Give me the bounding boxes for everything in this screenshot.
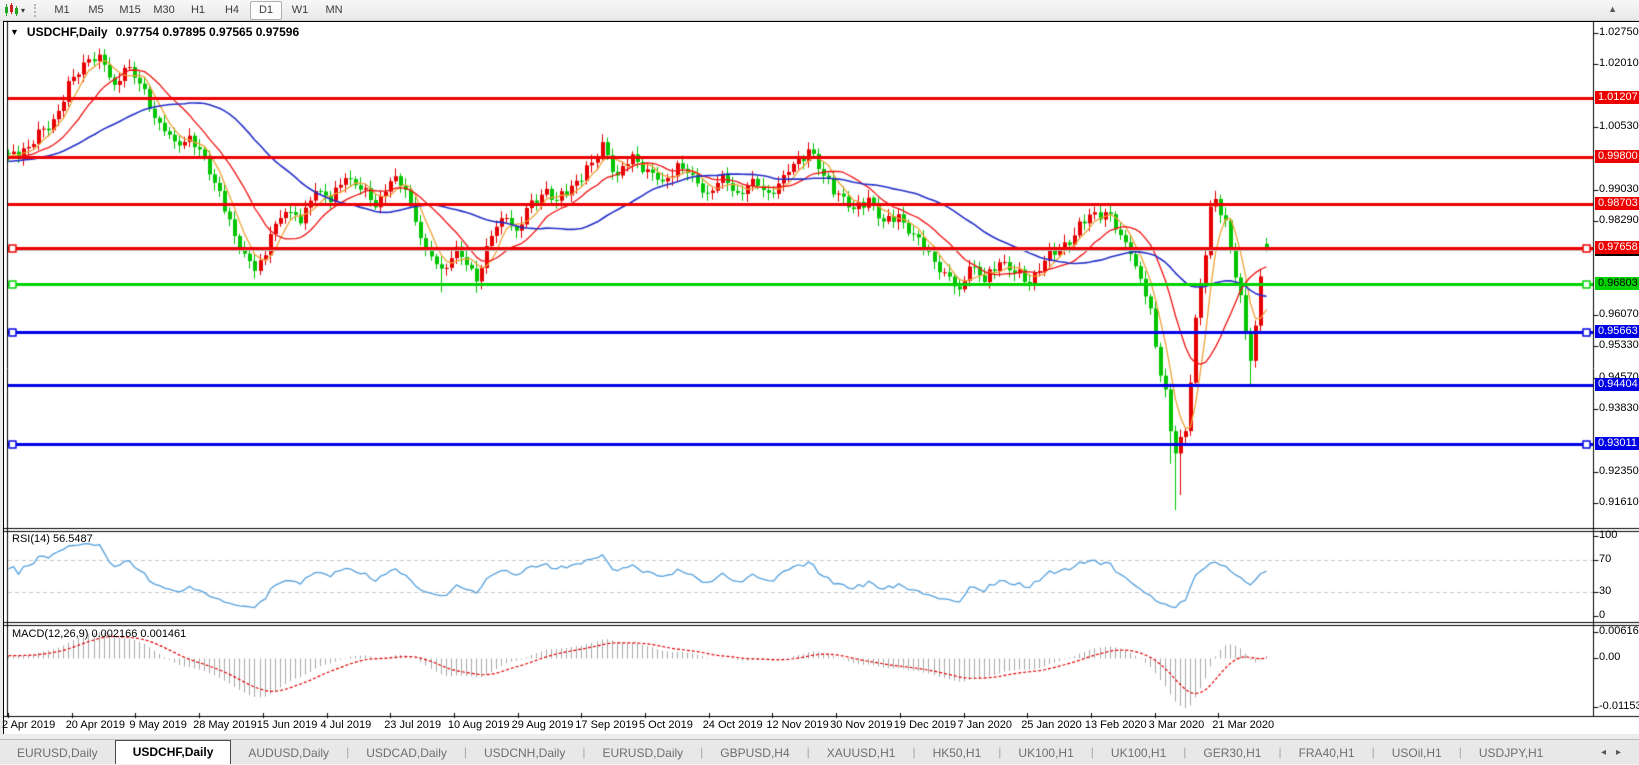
price-tick-label: 0.92350 [1599,465,1639,477]
chart-tab-eurusd-daily[interactable]: EURUSD,Daily [0,742,115,764]
price-tick-label: 1.02750 [1599,26,1639,38]
level-price-label: 1.01207 [1595,91,1639,104]
tab-scroll-right-icon[interactable]: ▸ [1616,747,1621,758]
macd-tick-label: 0.006167 [1599,625,1639,637]
date-label: 21 Mar 2020 [1212,719,1274,731]
rsi-tick-label: 70 [1599,553,1611,565]
level-price-label: 0.97658 [1595,241,1639,254]
chart-tab-usdchf-daily[interactable]: USDCHF,Daily [115,740,232,764]
date-label: 10 Aug 2019 [448,719,510,731]
trading-terminal: ▾ M1M5M15M30H1H4D1W1MN ▲ ▼ USDCHF,Daily … [0,0,1639,765]
chart-tab-eurusd-daily[interactable]: EURUSD,Daily [585,742,700,764]
date-label: 29 Aug 2019 [512,719,574,731]
date-label: 23 Jul 2019 [384,719,441,731]
macd-tick-label: -0.011531 [1599,700,1639,712]
chart-tab-usdjpy-h1[interactable]: USDJPY,H1 [1462,742,1560,764]
chart-tab-audusd-daily[interactable]: AUDUSD,Daily [231,742,346,764]
price-tick-label: 0.98290 [1599,214,1639,226]
date-label: 2 Apr 2019 [2,719,55,731]
chart-ohlc-values: 0.97754 0.97895 0.97565 0.97596 [116,25,300,39]
chart-tab-fra40-h1[interactable]: FRA40,H1 [1282,742,1372,764]
chart-tab-usdcnh-daily[interactable]: USDCNH,Daily [467,742,582,764]
date-label: 20 Apr 2019 [66,719,125,731]
date-label: 5 Oct 2019 [639,719,693,731]
level-price-label: 0.96803 [1595,277,1639,290]
chart-tab-hk50-h1[interactable]: HK50,H1 [916,742,999,764]
price-tick-label: 0.93830 [1599,402,1639,414]
macd-label: MACD(12,26,9) 0.002166 0.001461 [12,628,186,640]
price-tick-label: 0.99030 [1599,183,1639,195]
date-label: 28 May 2019 [193,719,257,731]
level-price-label: 0.95663 [1595,325,1639,338]
chart-tab-usoil-h1[interactable]: USOil,H1 [1375,742,1459,764]
level-price-label: 0.99800 [1595,150,1639,163]
chart-tab-gbpusd-h4[interactable]: GBPUSD,H4 [703,742,806,764]
date-label: 3 Mar 2020 [1149,719,1205,731]
date-label: 17 Sep 2019 [575,719,637,731]
price-tick-label: 0.96070 [1599,308,1639,320]
rsi-tick-label: 100 [1599,529,1617,541]
chart-tab-ger30-h1[interactable]: GER30,H1 [1186,742,1278,764]
tab-scroll-left-icon[interactable]: ◂ [1601,747,1606,758]
date-label: 12 Nov 2019 [766,719,828,731]
price-chart-canvas[interactable] [0,0,1639,765]
macd-tick-label: 0.00 [1599,651,1620,663]
price-tick-label: 1.00530 [1599,120,1639,132]
level-price-label: 0.93011 [1595,437,1639,450]
price-tick-label: 0.91610 [1599,496,1639,508]
chart-tab-bar: EURUSD,DailyUSDCHF,DailyAUDUSD,Daily|USD… [0,739,1639,764]
date-label: 7 Jan 2020 [958,719,1012,731]
date-label: 24 Oct 2019 [703,719,763,731]
level-price-label: 0.94404 [1595,378,1639,391]
chart-tab-usdcad-daily[interactable]: USDCAD,Daily [349,742,464,764]
price-tick-label: 0.95330 [1599,339,1639,351]
chart-title-dropdown-icon[interactable]: ▼ [10,27,19,37]
chart-tab-uk100-h1[interactable]: UK100,H1 [1094,742,1183,764]
price-tick-label: 1.02010 [1599,57,1639,69]
rsi-tick-label: 0 [1599,609,1605,621]
date-label: 30 Nov 2019 [830,719,892,731]
level-price-label: 0.98703 [1595,197,1639,210]
date-label: 4 Jul 2019 [321,719,372,731]
chart-title: ▼ USDCHF,Daily 0.97754 0.97895 0.97565 0… [10,25,299,39]
date-label: 13 Feb 2020 [1085,719,1147,731]
date-label: 19 Dec 2019 [894,719,956,731]
chart-tab-xauusd-h1[interactable]: XAUUSD,H1 [810,742,913,764]
date-label: 25 Jan 2020 [1021,719,1082,731]
chart-tab-uk100-h1[interactable]: UK100,H1 [1001,742,1090,764]
date-label: 15 Jun 2019 [257,719,318,731]
rsi-label: RSI(14) 56.5487 [12,533,93,545]
chart-symbol: USDCHF,Daily [27,25,108,39]
date-label: 9 May 2019 [129,719,186,731]
rsi-tick-label: 30 [1599,585,1611,597]
